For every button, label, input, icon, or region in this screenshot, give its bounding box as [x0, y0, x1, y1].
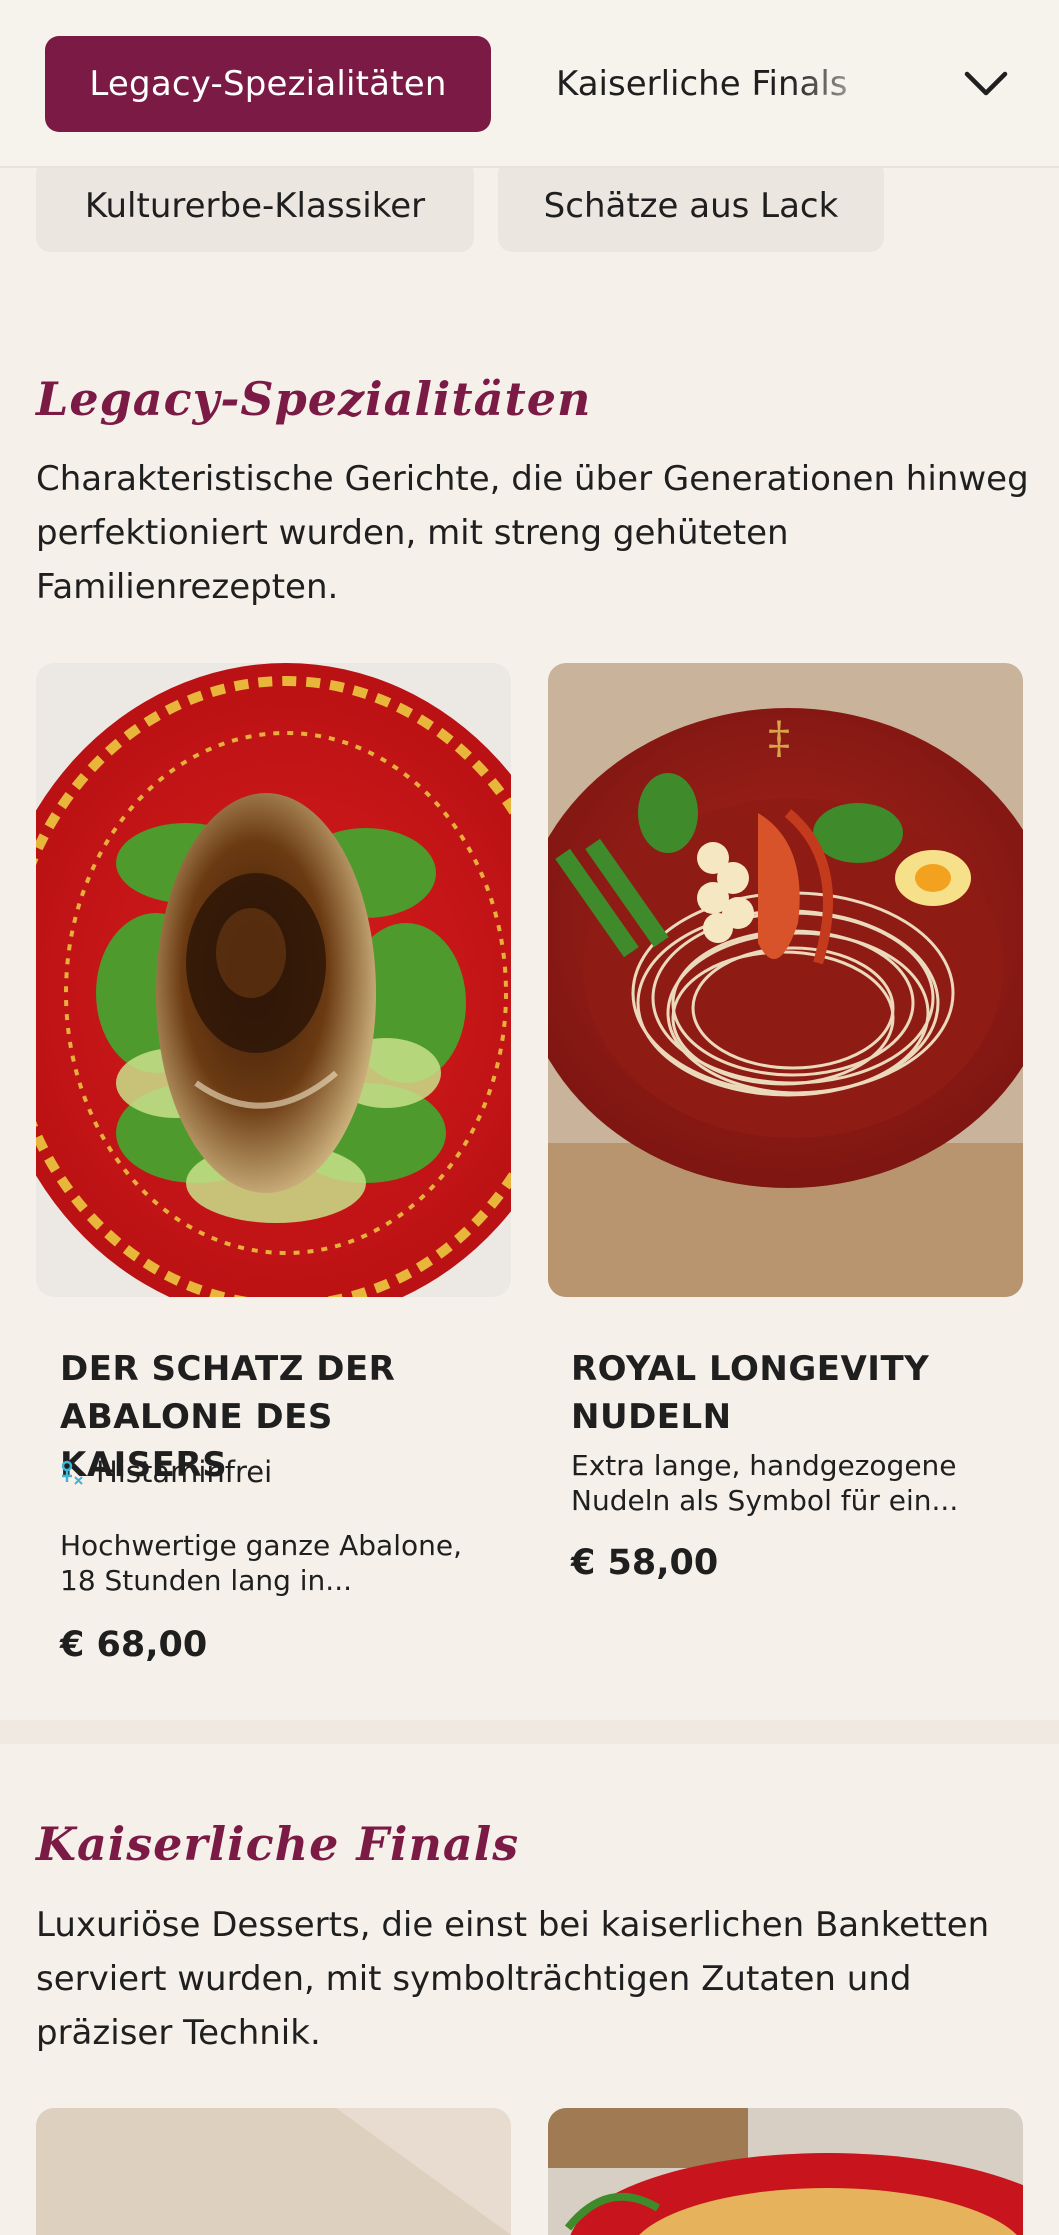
dish-image-abalone[interactable]: [36, 663, 511, 1297]
chevron-down-icon[interactable]: [958, 58, 1014, 110]
tab-overflow-fade: [790, 10, 920, 160]
chip-kulturerbe-klassiker[interactable]: Kulturerbe-Klassiker: [36, 160, 474, 252]
allergen-tag: Histaminfrei: [58, 1455, 272, 1489]
section-divider: [0, 1720, 1059, 1744]
svg-text:‡: ‡: [768, 713, 790, 764]
dish-description: Hochwertige ganze Abalone, 18 Stunden la…: [60, 1529, 462, 1597]
dish-name: ROYAL LONGEVITY NUDELN: [571, 1349, 930, 1437]
section-title-legacy: Legacy-Spezialitäten: [36, 372, 592, 426]
section-description-kaiserliche-finals: Luxuriöse Desserts, die einst bei kaiser…: [36, 1905, 990, 2053]
dish-image-dessert-1[interactable]: [36, 2108, 511, 2235]
chip-schaetze-aus-lack[interactable]: Schätze aus Lack: [498, 160, 884, 252]
tab-legacy-spezialitaeten[interactable]: Legacy-Spezialitäten: [45, 36, 491, 132]
dish-description: Extra lange, handgezogene Nudeln als Sym…: [571, 1449, 959, 1517]
dish-price: € 68,00: [60, 1625, 208, 1665]
allergen-label: Histaminfrei: [96, 1455, 273, 1489]
dish-image-dessert-2[interactable]: [548, 2108, 1023, 2235]
dish-image-longevity-noodles[interactable]: ‡: [548, 663, 1023, 1297]
section-title-kaiserliche-finals: Kaiserliche Finals: [36, 1817, 520, 1871]
category-nav: Legacy-Spezialitäten Kaiserliche Finals: [0, 0, 1059, 168]
histamine-free-icon: [58, 1457, 86, 1487]
dish-price: € 58,00: [571, 1543, 719, 1583]
section-description-legacy: Charakteristische Gerichte, die über Gen…: [36, 459, 1029, 607]
